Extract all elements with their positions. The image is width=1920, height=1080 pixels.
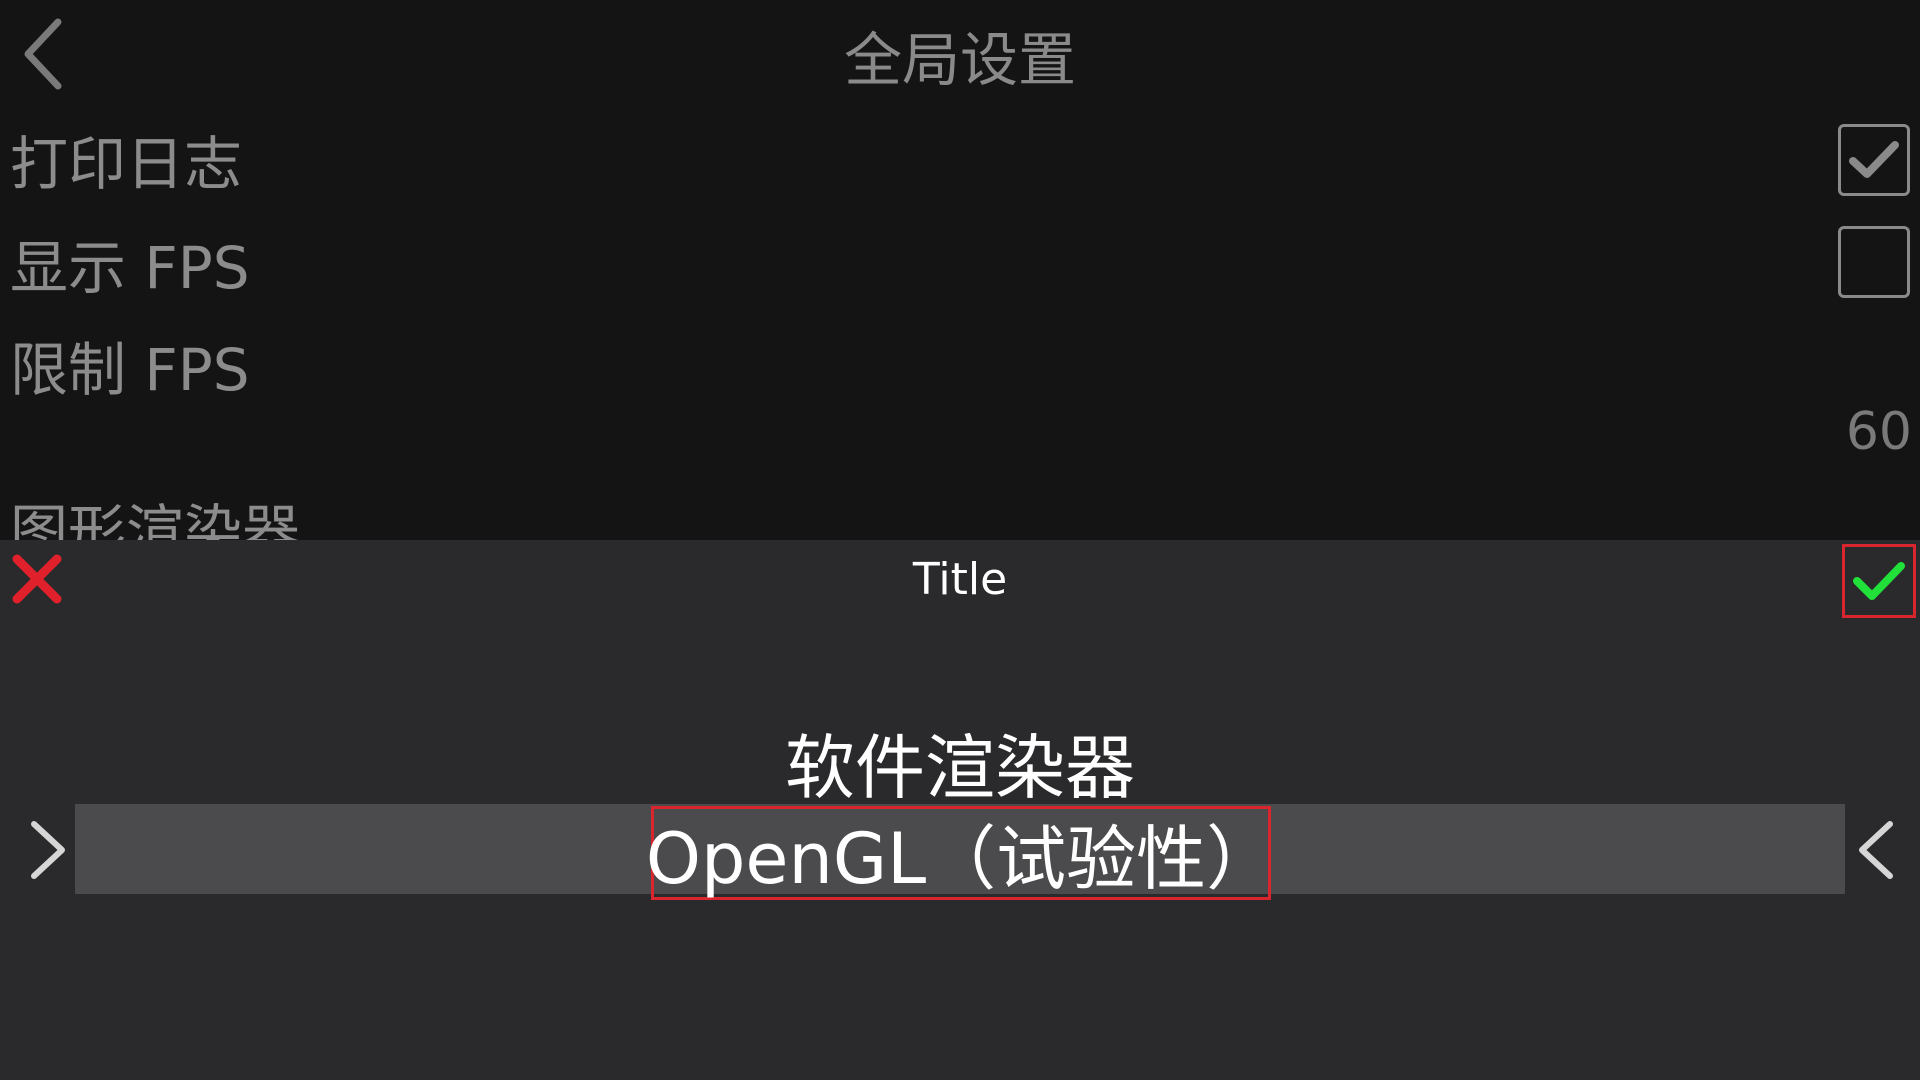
renderer-picker-dialog: Title 软件渲染器 OpenGL（试验性） <box>0 540 1920 1080</box>
renderer-setting[interactable]: 图形渲染器 <box>0 470 600 540</box>
setting-label-renderer: 图形渲染器 <box>10 498 301 540</box>
setting-label-limit-fps: 限制 FPS <box>10 336 250 404</box>
log-checkbox[interactable] <box>1838 124 1910 196</box>
previous-option-button[interactable] <box>18 810 78 890</box>
check-icon <box>1853 562 1905 600</box>
setting-label-show-fps: 显示 FPS <box>10 234 250 302</box>
check-icon <box>1849 141 1899 178</box>
fps-limit-value[interactable]: 60 <box>1846 392 1912 472</box>
dialog-title: Title <box>912 554 1008 605</box>
chevron-left-icon <box>1859 821 1893 879</box>
global-settings-screen: 全局设置 打印日志 显示 FPS 限制 FPS 60 图形渲染器 Title 软… <box>0 0 1920 1080</box>
page-title: 全局设置 <box>843 26 1076 94</box>
show-fps-checkbox[interactable] <box>1838 226 1910 298</box>
setting-label-log: 打印日志 <box>10 130 243 198</box>
chevron-right-icon <box>31 821 65 879</box>
confirm-button[interactable] <box>1842 544 1916 618</box>
option-opengl-selected[interactable]: OpenGL（试验性） <box>646 806 1276 900</box>
next-option-button[interactable] <box>1846 810 1906 890</box>
